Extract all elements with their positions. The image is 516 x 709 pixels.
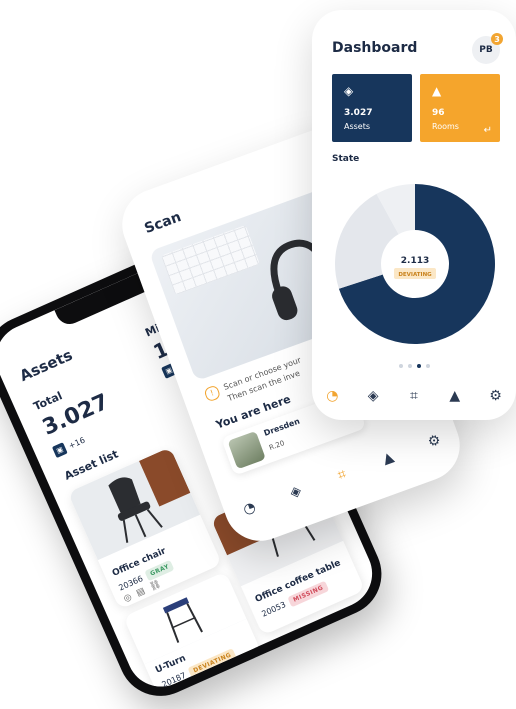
tab-assets-icon[interactable]: ◈ bbox=[283, 479, 309, 505]
assets-tile[interactable]: ◈ 3.027 Assets bbox=[332, 74, 412, 142]
asset-id: 20053 bbox=[260, 600, 288, 619]
clipboard-icon[interactable]: ▤ bbox=[135, 586, 147, 599]
tab-bar: ◔ ◈ ⌗ ▲ ⚙ bbox=[312, 386, 516, 406]
donut-center-value: 2.113 bbox=[401, 256, 429, 266]
tab-assets-icon[interactable]: ◈ bbox=[363, 386, 383, 406]
tile-value: 3.027 bbox=[344, 108, 373, 118]
asset-id: 20187 bbox=[160, 670, 188, 690]
target-icon[interactable]: ◎ bbox=[122, 592, 133, 604]
notification-badge: 3 bbox=[491, 33, 503, 45]
tile-label: Assets bbox=[344, 122, 371, 131]
tab-settings-icon[interactable]: ⚙ bbox=[486, 386, 506, 406]
avatar-initials: PB bbox=[479, 45, 493, 55]
status-badge: DEVIATING bbox=[187, 647, 238, 678]
dashboard-phone: Dashboard PB 3 ◈ 3.027 Assets ▲ 96 Rooms… bbox=[312, 10, 516, 420]
page-dot[interactable] bbox=[416, 364, 421, 368]
info-icon: ! bbox=[203, 384, 222, 403]
total-delta-value: +16 bbox=[67, 435, 87, 451]
location-room: R.20 bbox=[268, 439, 286, 452]
page-dot[interactable] bbox=[407, 364, 412, 368]
page-title: Dashboard bbox=[332, 40, 418, 56]
tile-label: Rooms bbox=[432, 122, 459, 131]
location-city: Dresden bbox=[262, 416, 302, 438]
tab-rooms-icon[interactable]: ▲ bbox=[375, 445, 401, 471]
tab-scan-icon[interactable]: ⌗ bbox=[404, 386, 424, 406]
page-title: Scan bbox=[142, 209, 184, 238]
avatar[interactable]: PB 3 bbox=[472, 33, 503, 64]
page-dot[interactable] bbox=[398, 364, 403, 368]
box-icon: ▣ bbox=[51, 442, 68, 459]
tile-value: 96 bbox=[432, 108, 445, 118]
page-title: Assets bbox=[16, 345, 76, 385]
location-thumbnail bbox=[227, 430, 266, 470]
return-icon: ↵ bbox=[483, 125, 492, 136]
page-indicator bbox=[312, 364, 516, 368]
keyboard-image bbox=[161, 224, 260, 296]
state-donut-chart[interactable]: 2.113 DEVIATING bbox=[330, 172, 500, 352]
state-label: State bbox=[332, 154, 360, 164]
link-icon[interactable]: ⛓ bbox=[148, 579, 163, 593]
tab-dashboard-icon[interactable]: ◔ bbox=[237, 496, 263, 522]
tab-dashboard-icon[interactable]: ◔ bbox=[322, 386, 342, 406]
page-dot[interactable] bbox=[425, 364, 430, 368]
tab-settings-icon[interactable]: ⚙ bbox=[422, 429, 448, 455]
box-icon: ◈ bbox=[344, 84, 354, 98]
tab-scan-icon[interactable]: ⌗ bbox=[329, 462, 355, 488]
total-delta: ▣ +16 bbox=[51, 434, 87, 459]
rooms-tile[interactable]: ▲ 96 Rooms ↵ bbox=[420, 74, 500, 142]
donut-center-tag: DEVIATING bbox=[398, 272, 432, 278]
building-icon: ▲ bbox=[432, 84, 442, 98]
tab-rooms-icon[interactable]: ▲ bbox=[445, 386, 465, 406]
